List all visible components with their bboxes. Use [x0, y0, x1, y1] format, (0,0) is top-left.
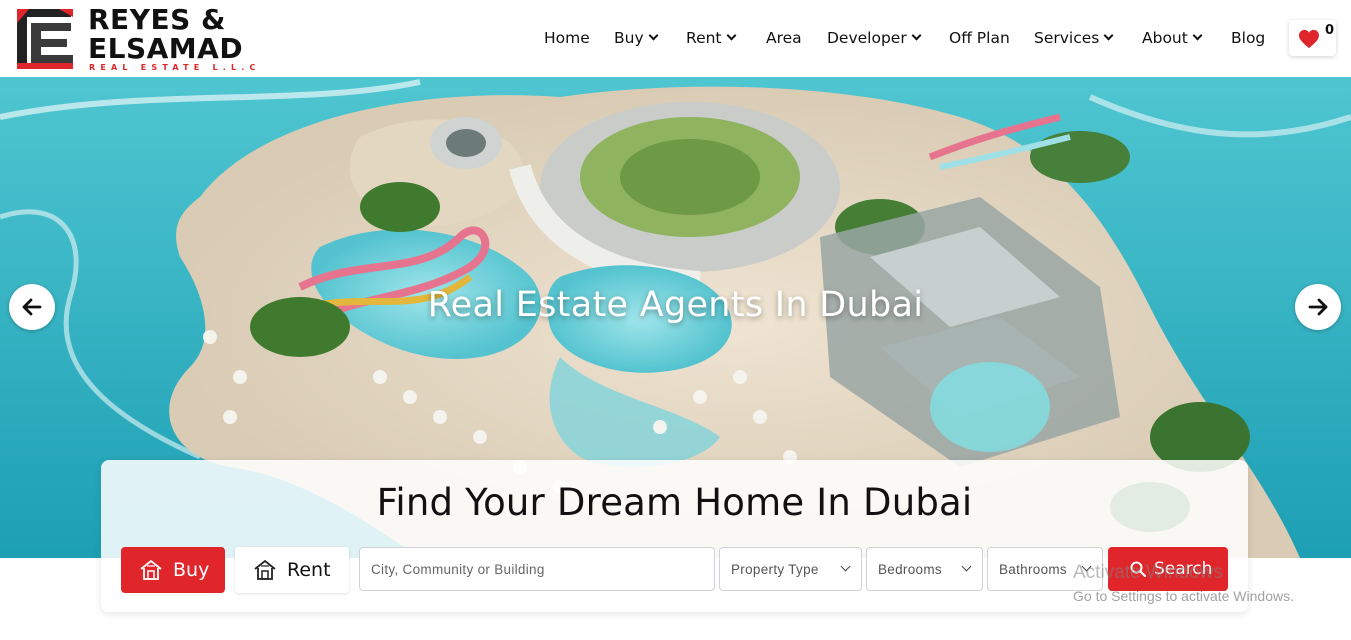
nav-item-label: Blog [1231, 29, 1266, 47]
nav-item-label: About [1142, 29, 1188, 47]
buy-tab-label: Buy [173, 559, 210, 581]
chevron-down-icon [726, 30, 736, 41]
property-type-label: Property Type [731, 561, 819, 577]
nav-item-label: Developer [827, 29, 907, 47]
bedrooms-label: Bedrooms [878, 561, 942, 577]
brand-name: REYES & ELSAMAD [88, 5, 243, 63]
nav-item-label: Area [766, 29, 802, 47]
nav-item-developer[interactable]: Developer [827, 26, 922, 50]
hero-title: Real Estate Agents In Dubai [427, 285, 924, 325]
site-header: REYES & ELSAMAD REAL ESTATE L.L.C Home B… [0, 0, 1351, 77]
chevron-down-icon [648, 30, 659, 41]
bedrooms-select[interactable]: Bedrooms [866, 547, 983, 591]
nav-item-services[interactable]: Services [1034, 26, 1114, 50]
favorites-button[interactable]: 0 [1289, 20, 1336, 56]
nav-item-label: Buy [614, 29, 644, 47]
nav-item-label: Services [1034, 29, 1100, 47]
chevron-down-icon [840, 561, 851, 572]
location-search-input[interactable] [371, 561, 714, 577]
nav-item-blog[interactable]: Blog [1231, 26, 1265, 50]
rent-tab-label: Rent [287, 559, 331, 581]
nav-item-rent[interactable]: Rent [686, 26, 736, 50]
brand-name-line1: REYES & [88, 3, 226, 36]
arrow-left-icon [22, 298, 42, 316]
brand-name-line2: ELSAMAD [88, 32, 244, 65]
property-type-select[interactable]: Property Type [719, 547, 862, 591]
windows-activation-title: Activate Windows [1073, 562, 1223, 583]
chevron-down-icon [961, 561, 972, 572]
nav-item-about[interactable]: About [1142, 26, 1203, 50]
chevron-down-icon [911, 30, 922, 41]
nav-item-label: Home [544, 29, 590, 47]
rent-tab-button[interactable]: Rent [235, 547, 349, 593]
arrow-right-icon [1308, 298, 1328, 316]
buy-tab-button[interactable]: Buy [121, 547, 225, 593]
slider-next-button[interactable] [1295, 284, 1341, 330]
slider-prev-button[interactable] [9, 284, 55, 330]
search-panel-title: Find Your Dream Home In Dubai [376, 481, 973, 524]
house-icon [140, 559, 162, 580]
heart-icon [1299, 29, 1319, 49]
nav-item-label: Rent [686, 29, 722, 47]
chevron-down-icon [1103, 30, 1114, 41]
nav-item-area[interactable]: Area [766, 26, 802, 50]
nav-item-buy[interactable]: Buy [614, 26, 659, 50]
bathrooms-label: Bathrooms [999, 561, 1067, 577]
nav-item-home[interactable]: Home [544, 26, 590, 50]
windows-activation-hint: Go to Settings to activate Windows. [1073, 588, 1294, 604]
brand-logo[interactable]: REYES & ELSAMAD REAL ESTATE L.L.C [15, 5, 255, 73]
nav-item-label: Off Plan [949, 29, 1010, 47]
re-monogram-logo-icon [15, 5, 77, 71]
location-field[interactable] [359, 547, 715, 591]
brand-subtitle: REAL ESTATE L.L.C [89, 63, 261, 72]
nav-item-off-plan[interactable]: Off Plan [949, 26, 1010, 50]
favorites-count: 0 [1325, 23, 1335, 38]
house-icon [254, 559, 276, 580]
chevron-down-icon [1192, 30, 1203, 41]
